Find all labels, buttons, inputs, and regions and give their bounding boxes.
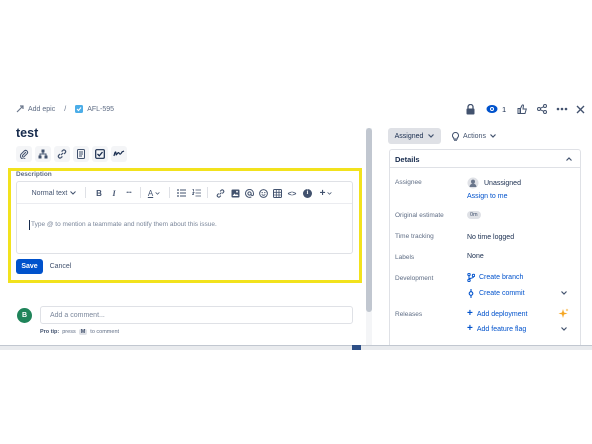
watch-count: 1	[502, 104, 507, 114]
signature-icon[interactable]	[111, 146, 127, 162]
time-tracking-label: Time tracking	[395, 233, 434, 240]
child-issue-icon[interactable]	[35, 146, 51, 162]
lightbulb-icon	[452, 131, 459, 141]
add-feature-flag-link[interactable]: + Add feature flag	[467, 323, 527, 334]
assignee-value: Unassigned	[484, 179, 521, 187]
details-header[interactable]: Details	[390, 150, 580, 168]
close-icon[interactable]	[574, 102, 586, 116]
epic-icon	[16, 105, 24, 113]
issue-title[interactable]: test	[16, 126, 38, 140]
quick-actions	[16, 146, 127, 162]
pro-tip-label: Pro tip:	[40, 329, 60, 335]
highlight-box	[8, 168, 362, 283]
pro-tip-text: press	[62, 329, 76, 335]
chevron-down-icon	[490, 134, 496, 138]
thumbs-up-icon[interactable]	[516, 102, 528, 116]
labels-label: Labels	[395, 254, 415, 261]
attachment-icon[interactable]	[16, 146, 32, 162]
add-deployment-label: Add deployment	[476, 310, 528, 318]
issue-key-link[interactable]: AFL-595	[87, 106, 114, 113]
create-commit-label: Create commit	[479, 290, 525, 297]
development-label: Development	[395, 275, 434, 282]
background-page-strip	[0, 345, 592, 350]
commit-icon	[467, 289, 475, 298]
create-branch-link[interactable]: Create branch	[467, 273, 523, 282]
create-commit-link[interactable]: Create commit	[467, 289, 525, 298]
avatar: B	[17, 308, 32, 323]
comment-input[interactable]: Add a comment...	[40, 306, 353, 324]
assignee-field[interactable]: Unassigned	[467, 177, 521, 189]
link-issue-icon[interactable]	[54, 146, 70, 162]
comment-placeholder: Add a comment...	[50, 311, 105, 319]
watch-button[interactable]: 1	[486, 102, 506, 116]
status-dropdown[interactable]: Assigned	[388, 128, 441, 144]
sparkle-icon[interactable]	[558, 308, 569, 319]
eye-icon	[486, 104, 498, 114]
chevron-down-icon[interactable]	[561, 327, 567, 331]
more-options-icon[interactable]	[555, 102, 569, 116]
status-label: Assigned	[394, 132, 424, 140]
keyboard-key: M	[78, 329, 88, 335]
pro-tip: Pro tip: press M to comment	[40, 329, 119, 335]
original-estimate-value[interactable]: 0m	[467, 211, 481, 219]
original-estimate-label: Original estimate	[395, 212, 444, 219]
chevron-down-icon[interactable]	[561, 291, 567, 295]
user-avatar-icon	[467, 177, 479, 189]
actions-label: Actions	[463, 132, 486, 140]
create-branch-label: Create branch	[479, 274, 524, 281]
web-link-icon[interactable]	[73, 146, 89, 162]
lock-icon[interactable]	[464, 102, 476, 116]
releases-label: Releases	[395, 311, 423, 318]
background-page-mark	[352, 345, 361, 350]
add-epic-link[interactable]: Add epic	[28, 106, 55, 113]
task-icon	[75, 105, 84, 113]
assign-to-me-link[interactable]: Assign to me	[467, 193, 507, 200]
actions-button[interactable]: Actions	[452, 128, 496, 144]
add-feature-flag-label: Add feature flag	[476, 325, 527, 333]
details-title: Details	[395, 155, 420, 164]
chevron-down-icon	[428, 134, 435, 138]
checklist-icon[interactable]	[92, 146, 108, 162]
pro-tip-text-end: to comment	[90, 329, 120, 335]
scrollbar-thumb[interactable]	[366, 128, 372, 312]
share-icon[interactable]	[536, 102, 548, 116]
breadcrumb-separator: /	[64, 105, 67, 113]
plus-icon: +	[467, 308, 473, 319]
chevron-up-icon	[566, 157, 572, 161]
labels-value[interactable]: None	[467, 253, 484, 260]
breadcrumb: Add epic / AFL-595	[16, 103, 114, 115]
add-deployment-link[interactable]: + Add deployment	[467, 308, 528, 319]
plus-icon: +	[467, 323, 473, 334]
branch-icon	[467, 273, 475, 282]
time-tracking-value[interactable]: No time logged	[467, 234, 514, 241]
assignee-label: Assignee	[395, 179, 422, 186]
